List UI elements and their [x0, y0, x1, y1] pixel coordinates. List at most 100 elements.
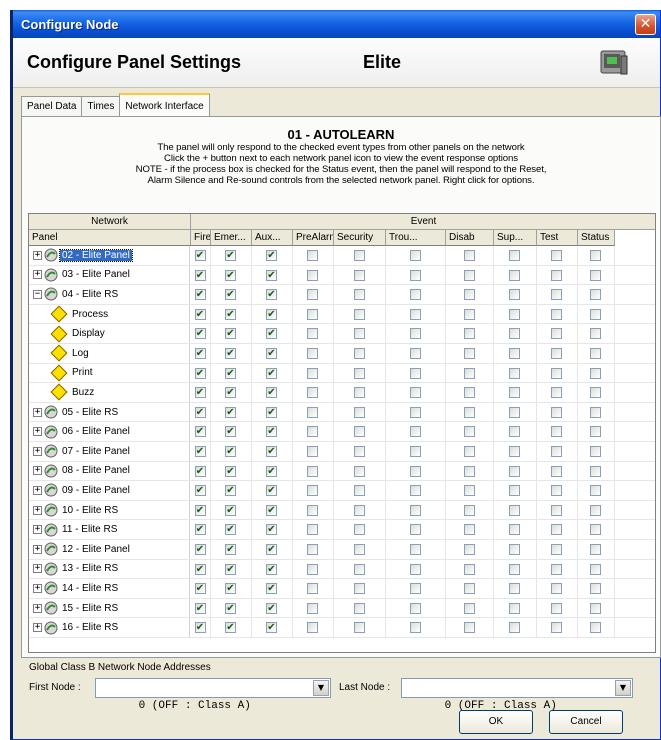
event-checkbox[interactable]: ✔ — [194, 387, 206, 399]
event-checkbox[interactable] — [353, 504, 365, 516]
expand-icon[interactable]: + — [33, 250, 42, 260]
event-checkbox[interactable] — [590, 446, 601, 457]
panel-cell[interactable]: +02 - Elite Panel — [29, 246, 190, 265]
event-option-row[interactable]: Log ✔ ✔ ✔ — [29, 344, 655, 364]
event-checkbox[interactable] — [409, 563, 421, 575]
event-checkbox[interactable] — [509, 328, 520, 340]
event-checkbox[interactable] — [509, 269, 520, 281]
expand-icon[interactable]: + — [33, 544, 42, 554]
event-checkbox[interactable] — [509, 406, 520, 418]
panel-cell[interactable]: +03 - Elite Panel — [29, 265, 190, 285]
event-checkbox[interactable]: ✔ — [194, 544, 206, 555]
event-checkbox[interactable] — [509, 544, 520, 555]
event-checkbox[interactable]: ✔ — [225, 387, 236, 399]
event-checkbox[interactable]: ✔ — [225, 524, 236, 536]
event-checkbox[interactable]: ✔ — [225, 348, 236, 359]
expand-icon[interactable]: + — [33, 583, 42, 593]
event-checkbox[interactable]: ✔ — [266, 289, 277, 301]
event-option-row[interactable]: Process ✔ ✔ ✔ — [29, 304, 655, 325]
cancel-button[interactable]: Cancel — [549, 710, 623, 734]
event-checkbox[interactable]: ✔ — [266, 524, 277, 536]
event-checkbox[interactable] — [590, 387, 601, 399]
event-checkbox[interactable] — [463, 308, 475, 320]
event-checkbox[interactable]: ✔ — [266, 583, 277, 595]
event-checkbox[interactable] — [353, 387, 365, 399]
panel-cell[interactable]: Display — [29, 324, 190, 343]
event-checkbox[interactable]: ✔ — [194, 367, 206, 379]
panel-cell[interactable]: − 04 - Elite RS — [29, 285, 190, 304]
event-checkbox[interactable] — [509, 308, 520, 320]
event-checkbox[interactable] — [353, 289, 365, 301]
event-checkbox[interactable] — [551, 622, 562, 634]
event-checkbox[interactable] — [551, 563, 562, 575]
event-checkbox[interactable]: ✔ — [225, 465, 236, 477]
event-checkbox[interactable]: ✔ — [266, 504, 277, 516]
network-panel-row[interactable]: +03 - Elite Panel ✔ ✔ ✔ — [29, 265, 655, 286]
event-checkbox[interactable] — [590, 289, 601, 301]
event-checkbox[interactable]: ✔ — [194, 485, 206, 497]
event-checkbox[interactable] — [409, 328, 421, 340]
event-option-label[interactable]: Buzz — [70, 387, 96, 398]
panel-node-label[interactable]: 08 - Elite Panel — [60, 465, 132, 476]
panel-node-label[interactable]: 06 - Elite Panel — [60, 426, 132, 437]
panel-column-header[interactable]: Panel — [29, 230, 191, 246]
network-panel-row[interactable]: +08 - Elite Panel ✔ ✔ ✔ — [29, 461, 655, 482]
event-checkbox[interactable]: ✔ — [194, 289, 206, 301]
event-checkbox[interactable]: ✔ — [225, 308, 236, 320]
event-checkbox[interactable] — [409, 524, 421, 536]
network-panel-row[interactable]: +11 - Elite RS ✔ ✔ ✔ — [29, 520, 655, 540]
event-checkbox[interactable] — [353, 583, 365, 595]
event-checkbox[interactable] — [353, 426, 365, 438]
event-checkbox[interactable]: ✔ — [225, 622, 236, 634]
event-checkbox[interactable] — [307, 367, 318, 379]
panel-cell[interactable]: +12 - Elite Panel — [29, 540, 190, 559]
event-checkbox[interactable] — [307, 250, 318, 261]
event-checkbox[interactable] — [463, 328, 475, 340]
event-checkbox[interactable]: ✔ — [194, 504, 206, 516]
event-column-header[interactable]: Fire — [191, 230, 211, 246]
event-checkbox[interactable]: ✔ — [266, 485, 277, 497]
event-checkbox[interactable] — [463, 289, 475, 301]
event-checkbox[interactable] — [307, 602, 318, 614]
panel-node-label[interactable]: 15 - Elite RS — [60, 603, 120, 614]
panel-cell[interactable]: Buzz — [29, 383, 190, 402]
event-checkbox[interactable]: ✔ — [225, 289, 236, 301]
event-checkbox[interactable] — [551, 602, 562, 614]
network-panel-row[interactable]: +07 - Elite Panel ✔ ✔ ✔ — [29, 442, 655, 462]
event-checkbox[interactable] — [463, 250, 475, 261]
panel-cell[interactable]: +06 - Elite Panel — [29, 422, 190, 441]
event-checkbox[interactable] — [409, 544, 421, 555]
event-checkbox[interactable] — [307, 485, 318, 497]
event-checkbox[interactable] — [409, 269, 421, 281]
event-checkbox[interactable] — [463, 367, 475, 379]
event-checkbox[interactable] — [509, 446, 520, 457]
event-checkbox[interactable]: ✔ — [225, 446, 236, 457]
panel-cell[interactable]: +10 - Elite RS — [29, 500, 190, 520]
event-checkbox[interactable] — [353, 250, 365, 261]
event-checkbox[interactable] — [463, 465, 475, 477]
event-checkbox[interactable] — [463, 446, 475, 457]
panel-node-label[interactable]: 13 - Elite RS — [60, 563, 120, 574]
expand-icon[interactable]: + — [33, 564, 42, 574]
network-panel-row[interactable]: +14 - Elite RS ✔ ✔ ✔ — [29, 579, 655, 599]
event-checkbox[interactable] — [353, 563, 365, 575]
event-checkbox[interactable] — [463, 387, 475, 399]
event-checkbox[interactable]: ✔ — [194, 602, 206, 614]
event-checkbox[interactable] — [509, 602, 520, 614]
event-checkbox[interactable] — [463, 602, 475, 614]
event-checkbox[interactable] — [307, 426, 318, 438]
event-checkbox[interactable] — [307, 308, 318, 320]
expand-icon[interactable]: + — [33, 525, 42, 535]
event-option-row[interactable]: Display ✔ ✔ ✔ — [29, 324, 655, 344]
event-option-row[interactable]: Print ✔ ✔ ✔ — [29, 363, 655, 384]
network-panel-row[interactable]: +16 - Elite RS ✔ ✔ ✔ — [29, 618, 655, 638]
expand-icon[interactable]: + — [33, 427, 42, 437]
event-checkbox[interactable] — [509, 367, 520, 379]
event-checkbox[interactable] — [307, 289, 318, 301]
event-column-header[interactable]: Status — [578, 230, 615, 246]
event-checkbox[interactable] — [307, 524, 318, 536]
event-checkbox[interactable]: ✔ — [194, 308, 206, 320]
event-checkbox[interactable] — [551, 308, 562, 320]
event-option-row[interactable]: Buzz ✔ ✔ ✔ — [29, 383, 655, 403]
event-checkbox[interactable] — [409, 602, 421, 614]
